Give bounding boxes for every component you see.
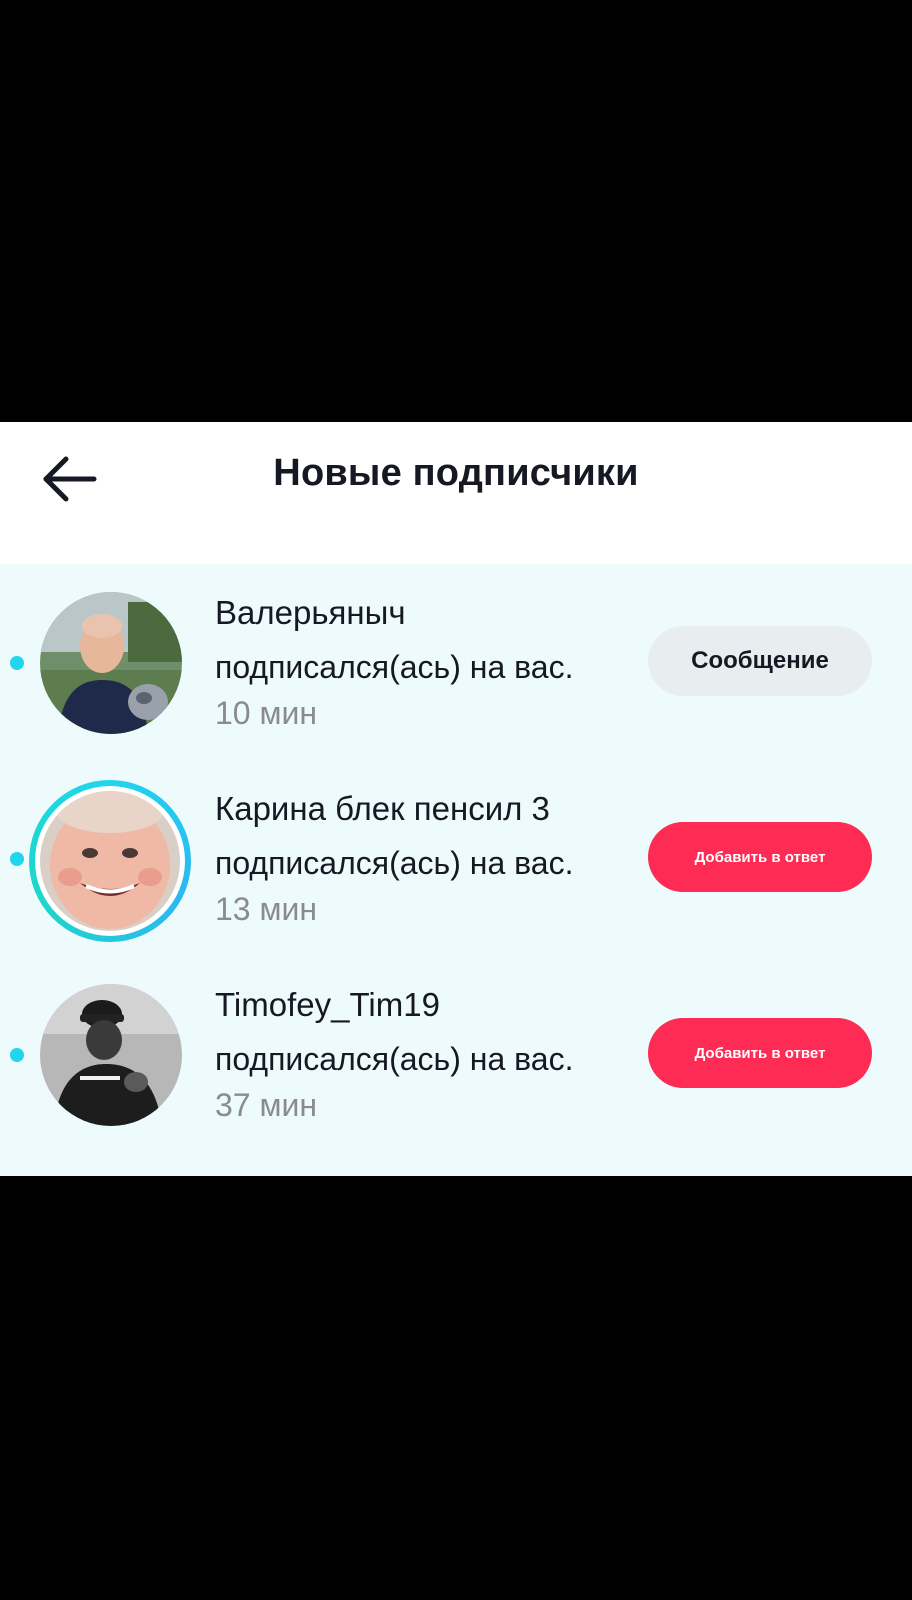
action-text: подписался(ась) на вас.	[215, 649, 574, 685]
follower-row[interactable]: Валерьяныч подписался(ась) на вас. 10 ми…	[0, 564, 912, 760]
story-ring[interactable]	[29, 780, 191, 942]
follow-back-button[interactable]: Добавить в ответ	[648, 1018, 872, 1088]
unread-dot	[10, 852, 24, 866]
follower-name[interactable]: Валерьяныч	[215, 594, 406, 632]
follow-back-button[interactable]: Добавить в ответ	[648, 822, 872, 892]
avatar[interactable]	[40, 791, 180, 931]
follow-time: 37 мин	[215, 1087, 318, 1123]
unread-dot	[10, 1048, 24, 1062]
follower-description: подписался(ась) на вас. 10 мин	[215, 644, 575, 736]
action-text: подписался(ась) на вас.	[215, 845, 574, 881]
follower-description: подписался(ась) на вас. 13 мин	[215, 840, 575, 932]
follower-name[interactable]: Карина блек пенсил 3	[215, 790, 550, 828]
follow-time: 13 мин	[215, 891, 318, 927]
follower-row[interactable]: Timofey_Tim19 подписался(ась) на вас. 37…	[0, 956, 912, 1152]
followers-list: Валерьяныч подписался(ась) на вас. 10 ми…	[0, 564, 912, 1176]
avatar[interactable]	[40, 984, 182, 1126]
followers-screen: Новые подписчики Валерьяныч подписался(а…	[0, 422, 912, 1176]
follower-name[interactable]: Timofey_Tim19	[215, 986, 440, 1024]
action-text: подписался(ась) на вас.	[215, 1041, 574, 1077]
message-button[interactable]: Сообщение	[648, 626, 872, 696]
avatar[interactable]	[40, 592, 182, 734]
follower-description: подписался(ась) на вас. 37 мин	[215, 1036, 575, 1128]
header: Новые подписчики	[0, 422, 912, 564]
follower-row[interactable]: Карина блек пенсил 3 подписался(ась) на …	[0, 760, 912, 956]
unread-dot	[10, 656, 24, 670]
follow-time: 10 мин	[215, 695, 318, 731]
page-title: Новые подписчики	[273, 452, 639, 494]
